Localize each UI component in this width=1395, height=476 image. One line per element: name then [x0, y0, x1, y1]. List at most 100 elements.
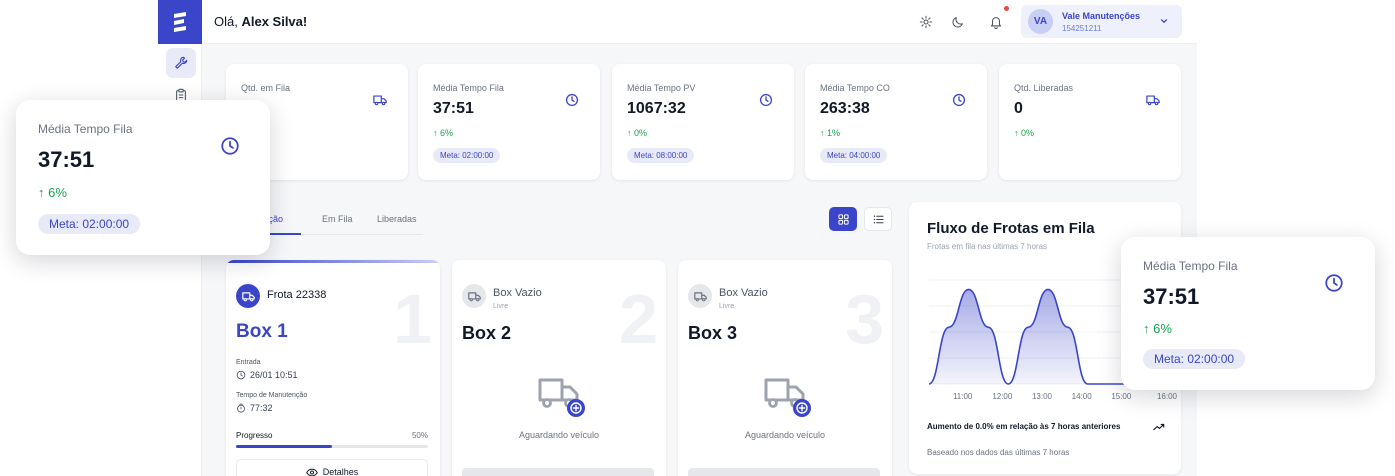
list-view-button[interactable] [864, 207, 892, 231]
fleet-title: Frota 22338 [267, 289, 327, 301]
timer-icon [237, 403, 245, 413]
gear-icon [919, 15, 933, 29]
list-icon [873, 215, 884, 223]
app-logo[interactable] [158, 0, 202, 44]
stat-meta-badge: Meta: 04:00:00 [820, 148, 888, 163]
chart-x-tick-label: 14:00 [1072, 392, 1093, 401]
stat-change: ↑ 0% [627, 128, 648, 138]
empty-action-bar [462, 468, 654, 476]
stat-card-released-count: Qtd. Liberadas 0 ↑ 0% [999, 64, 1181, 180]
box-card-2[interactable]: 2 Box Vazio Livre Box 2 Aguardando veícu… [452, 260, 666, 476]
waiting-text: Aguardando veículo [744, 430, 826, 440]
chart-x-tick-label: 15:00 [1111, 392, 1132, 401]
stat-card-co-time: Média Tempo CO 263:38 ↑ 1% Meta: 04:00:0… [805, 64, 987, 180]
stat-value: 263:38 [820, 100, 870, 117]
truck-icon [236, 284, 260, 308]
notifications-button[interactable] [986, 12, 1006, 32]
grid-view-button[interactable] [829, 207, 857, 231]
popup-label: Média Tempo Fila [1143, 259, 1238, 273]
avatar: VA [1028, 9, 1053, 34]
popup-meta-badge: Meta: 02:00:00 [38, 214, 141, 234]
stat-value: 1067:32 [627, 100, 686, 117]
popup-meta-badge: Meta: 02:00:00 [1143, 349, 1246, 369]
truck-add-icon [764, 378, 811, 417]
entry-time: 26/01 10:51 [250, 370, 298, 380]
stat-meta-badge: Meta: 02:00:00 [433, 148, 501, 163]
logo-icon [174, 12, 186, 32]
stat-change: ↑ 1% [820, 128, 841, 138]
trend-note: Aumento de 0.0% em relação às 7 horas an… [927, 422, 1121, 431]
popup-value: 37:51 [38, 147, 95, 172]
popup-value: 37:51 [1143, 284, 1200, 309]
stat-change: ↑ 0% [1014, 128, 1035, 138]
clock-icon [758, 92, 774, 108]
box-card-3[interactable]: 3 Box Vazio Livre Box 3 Aguardando veícu… [678, 260, 892, 476]
entry-label: Entrada [236, 359, 261, 366]
stat-change: ↑ 6% [433, 128, 454, 138]
box-name: Box 3 [688, 323, 738, 343]
tab-released[interactable]: Liberadas [377, 214, 417, 224]
truck-icon [1145, 92, 1161, 108]
clock-icon [236, 370, 246, 380]
stat-card-pv-time: Média Tempo PV 1067:32 ↑ 0% Meta: 08:00:… [612, 64, 794, 180]
details-label: Detalhes [322, 467, 359, 476]
details-button[interactable]: Detalhes [236, 459, 428, 476]
chart-x-tick-label: 13:00 [1032, 392, 1053, 401]
tab-in-queue[interactable]: Em Fila [322, 214, 353, 224]
box-number-watermark: 2 [619, 280, 658, 358]
sidebar-item-maintenance[interactable] [166, 48, 196, 78]
settings-button[interactable] [916, 12, 936, 32]
account-name: Vale Manutenções [1062, 11, 1141, 21]
main-area: Olá, Alex Silva! VA Vale Manutenções 154… [202, 0, 1197, 476]
box-status-title: Box Vazio [493, 287, 542, 299]
stat-label: Média Tempo CO [820, 83, 890, 93]
stat-card-queue-time: Média Tempo Fila 37:51 ↑ 6% Meta: 02:00:… [418, 64, 600, 180]
progress-percent: 50% [411, 431, 428, 440]
progress-label: Progresso [236, 431, 273, 440]
chart-x-tick-label: 16:00 [1157, 392, 1178, 401]
active-indicator-line [226, 260, 440, 263]
magnified-stat-popup-right: Média Tempo Fila 37:51 ↑ 6% Meta: 02:00:… [1121, 237, 1375, 390]
clock-icon [1323, 272, 1345, 294]
eye-icon [305, 468, 318, 476]
maintenance-time-value: 77:32 [236, 403, 273, 413]
theme-toggle[interactable] [948, 12, 968, 32]
truck-icon [688, 284, 712, 308]
user-name: Alex Silva! [241, 14, 308, 29]
maintenance-time-label: Tempo de Manutenção [236, 392, 308, 399]
stat-meta-badge: Meta: 08:00:00 [627, 148, 695, 163]
stat-label: Média Tempo Fila [433, 83, 504, 93]
magnified-stat-popup-left: Média Tempo Fila 37:51 ↑ 6% Meta: 02:00:… [16, 100, 270, 255]
truck-add-icon [538, 378, 585, 417]
box-number-watermark: 1 [393, 280, 432, 358]
box-status-title: Box Vazio [719, 287, 768, 299]
box-name: Box 1 [236, 321, 288, 342]
wrench-icon [175, 56, 188, 69]
box-name: Box 2 [462, 323, 512, 343]
stat-value: 0 [1014, 100, 1023, 117]
stat-label: Qtd. Liberadas [1014, 83, 1074, 93]
progress-fill [236, 445, 332, 448]
chart-x-tick-label: 11:00 [953, 392, 973, 401]
chevron-down-icon [1160, 19, 1168, 24]
box-status-subtitle: Livre [493, 303, 509, 310]
account-menu[interactable]: VA Vale Manutenções 154251211 [1021, 5, 1182, 38]
truck-icon [372, 92, 388, 108]
grid-icon [837, 213, 849, 225]
waiting-text: Aguardando veículo [518, 430, 600, 440]
clock-icon [564, 92, 580, 108]
box-number-watermark: 3 [845, 280, 884, 358]
clock-icon [951, 92, 967, 108]
popup-label: Média Tempo Fila [38, 122, 133, 136]
progress-bar [236, 445, 428, 448]
box-card-1[interactable]: 1 Frota 22338 Box 1 Entrada 26/01 10:51 … [226, 260, 440, 476]
chart-x-tick-label: 12:00 [992, 392, 1013, 401]
trending-up-icon [1153, 423, 1165, 431]
entry-value: 26/01 10:51 [236, 370, 298, 380]
popup-change: ↑ 6% [38, 185, 67, 200]
screen: Olá, Alex Silva! VA Vale Manutenções 154… [0, 0, 1395, 476]
stat-value: 37:51 [433, 100, 474, 117]
notification-dot [1004, 6, 1009, 11]
stat-label: Média Tempo PV [627, 83, 696, 93]
moon-icon [952, 17, 963, 28]
